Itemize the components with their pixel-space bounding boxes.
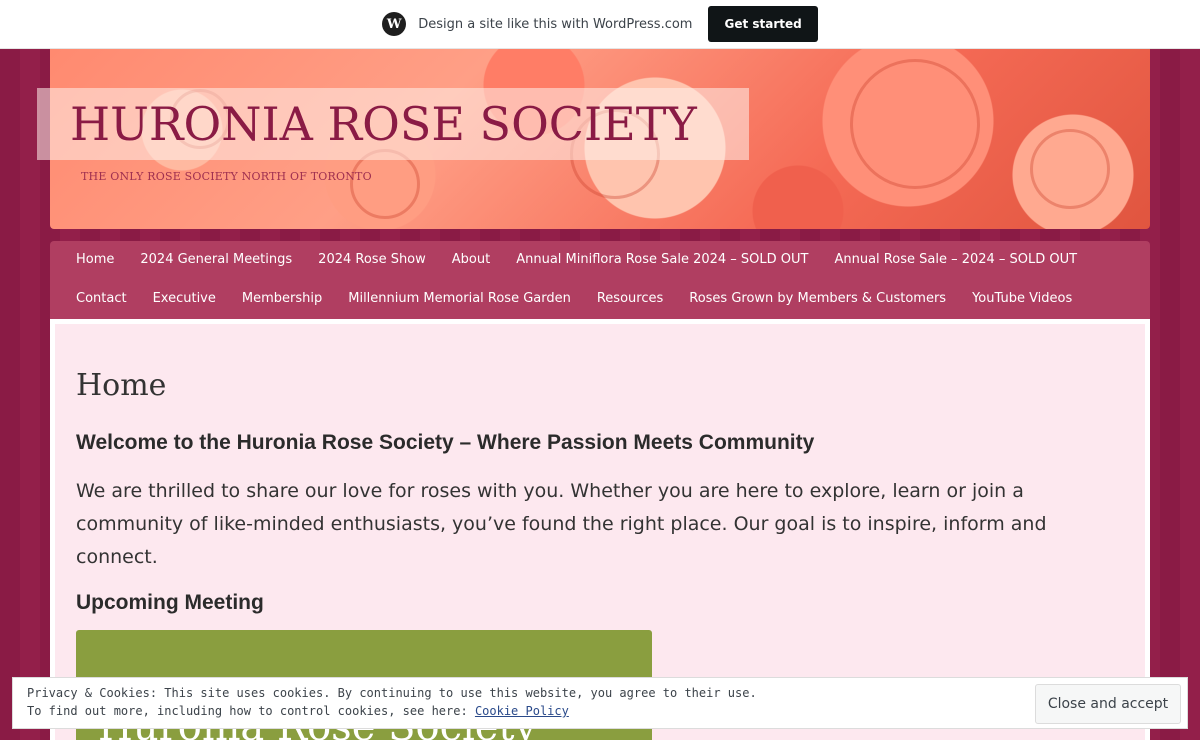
main-navigation: Home 2024 General Meetings 2024 Rose Sho…	[50, 241, 1150, 319]
nav-item-rose-sale[interactable]: Annual Rose Sale – 2024 – SOLD OUT	[834, 252, 1077, 268]
nav-item-contact[interactable]: Contact	[76, 291, 127, 307]
nav-item-youtube-videos[interactable]: YouTube Videos	[972, 291, 1072, 307]
nav-item-rose-show[interactable]: 2024 Rose Show	[318, 252, 426, 268]
nav-row-2: Contact Executive Membership Millennium …	[76, 291, 1098, 307]
nav-item-executive[interactable]: Executive	[153, 291, 216, 307]
nav-item-general-meetings[interactable]: 2024 General Meetings	[140, 252, 292, 268]
site-title-box: HURONIA ROSE SOCIETY	[37, 88, 749, 160]
cookie-line-2: To find out more, including how to contr…	[27, 702, 757, 720]
cookie-line-2-text: To find out more, including how to contr…	[27, 704, 475, 718]
wordpress-promo-bar: W Design a site like this with WordPress…	[0, 0, 1200, 49]
cookie-text: Privacy & Cookies: This site uses cookie…	[27, 684, 757, 720]
nav-item-resources[interactable]: Resources	[597, 291, 663, 307]
page-title: Home	[76, 368, 167, 403]
intro-paragraph: We are thrilled to share our love for ro…	[76, 480, 1047, 568]
site-title[interactable]: HURONIA ROSE SOCIETY	[37, 97, 697, 151]
close-and-accept-button[interactable]: Close and accept	[1035, 684, 1181, 724]
upcoming-meeting-heading: Upcoming Meeting	[76, 591, 264, 614]
nav-item-home[interactable]: Home	[76, 252, 114, 268]
wordpress-logo-icon[interactable]: W	[382, 12, 407, 36]
cookie-line-1: Privacy & Cookies: This site uses cookie…	[27, 686, 757, 700]
nav-item-memorial-garden[interactable]: Millennium Memorial Rose Garden	[348, 291, 571, 307]
promo-text[interactable]: Design a site like this with WordPress.c…	[418, 17, 692, 32]
nav-item-roses-grown[interactable]: Roses Grown by Members & Customers	[689, 291, 946, 307]
site-tagline: THE ONLY ROSE SOCIETY NORTH OF TORONTO	[81, 170, 372, 183]
cookie-banner: Privacy & Cookies: This site uses cookie…	[12, 677, 1188, 729]
nav-item-miniflora-sale[interactable]: Annual Miniflora Rose Sale 2024 – SOLD O…	[516, 252, 808, 268]
nav-row-1: Home 2024 General Meetings 2024 Rose Sho…	[76, 252, 1103, 268]
cookie-policy-link[interactable]: Cookie Policy	[475, 704, 569, 718]
nav-item-membership[interactable]: Membership	[242, 291, 322, 307]
welcome-heading: Welcome to the Huronia Rose Society – Wh…	[76, 431, 815, 454]
get-started-button[interactable]: Get started	[708, 6, 818, 42]
nav-item-about[interactable]: About	[452, 252, 490, 268]
